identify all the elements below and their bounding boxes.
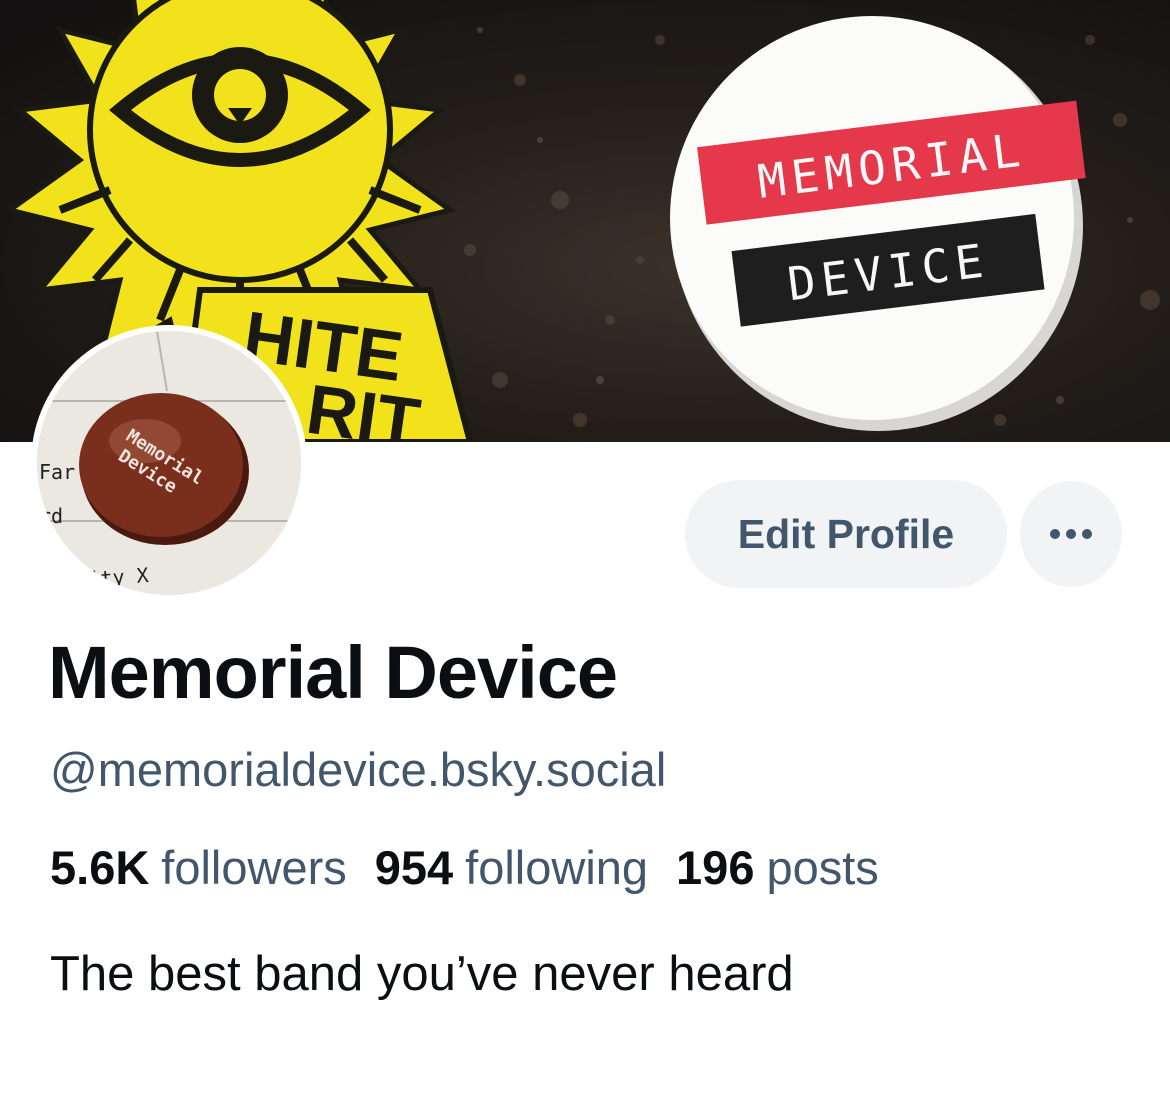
avatar-image: Far rd nity X Memorial Device	[37, 331, 301, 595]
following-stat[interactable]: 954 following	[375, 844, 648, 891]
posts-label: posts	[766, 841, 879, 894]
following-label: following	[465, 841, 649, 894]
profile-handle: @memorialdevice.bsky.social	[50, 743, 667, 796]
more-options-button[interactable]	[1020, 481, 1122, 587]
paper-text-2: rd	[39, 504, 63, 528]
paper-text-1: Far	[39, 460, 75, 484]
profile-bio: The best band you’ve never heard	[50, 947, 794, 1001]
posts-stat: 196 posts	[676, 844, 879, 891]
following-count: 954	[374, 841, 454, 894]
posts-count: 196	[676, 841, 755, 894]
ellipsis-icon	[1050, 529, 1092, 539]
followers-count: 5.6K	[50, 841, 150, 894]
profile-stats: 5.6K followers 954 following 196 posts	[50, 844, 879, 891]
followers-label: followers	[161, 841, 347, 894]
display-name: Memorial Device	[48, 631, 618, 714]
edit-profile-button[interactable]: Edit Profile	[685, 480, 1007, 588]
paper-text-3: nity X	[76, 563, 150, 592]
followers-stat[interactable]: 5.6K followers	[50, 844, 347, 891]
avatar[interactable]: Far rd nity X Memorial Device	[31, 325, 307, 601]
